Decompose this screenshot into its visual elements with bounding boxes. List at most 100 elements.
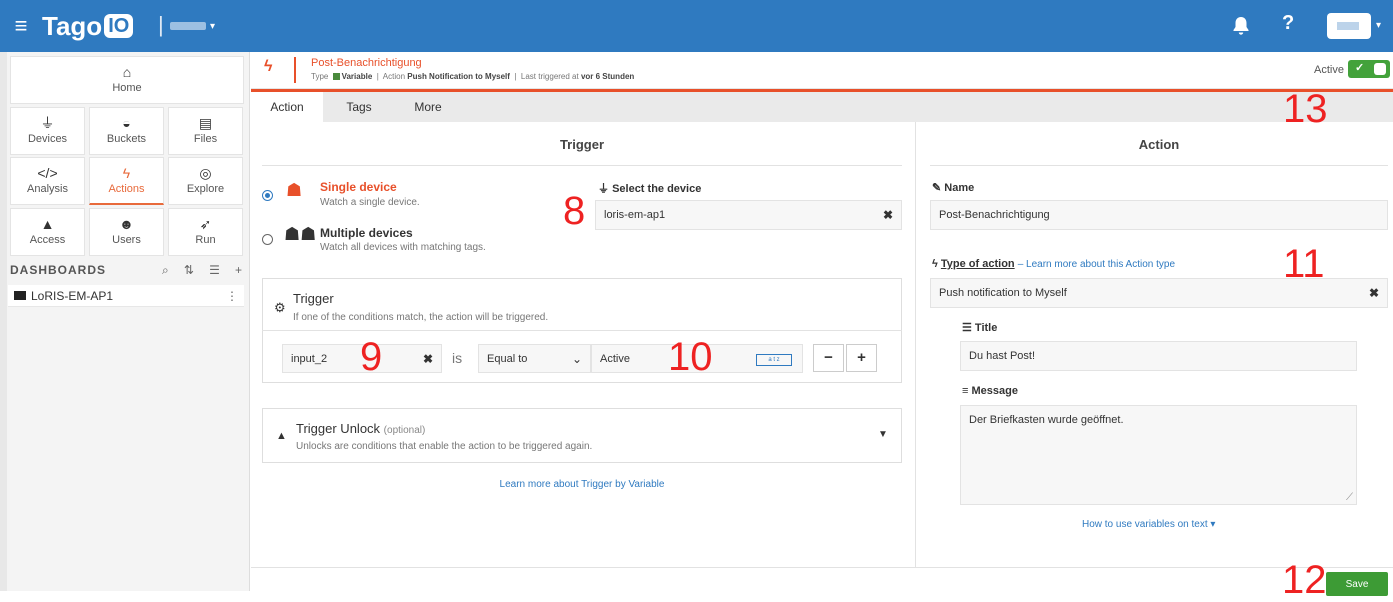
gear-icon: ⚙ xyxy=(274,300,286,315)
sidebar-item-users[interactable]: ☻ Users xyxy=(89,208,164,256)
avatar-blurred xyxy=(1337,22,1359,30)
add-condition-button[interactable]: + xyxy=(846,344,877,372)
column-divider xyxy=(915,122,916,567)
action-title: Post-Benachrichtigung xyxy=(311,57,422,69)
device-select[interactable]: loris-em-ap1 ✖ xyxy=(595,200,902,230)
bolt-icon: ϟ xyxy=(932,258,941,270)
trigger-panel-subtitle: If one of the conditions match, the acti… xyxy=(293,312,549,323)
trigger-panel-title: Trigger xyxy=(293,291,334,306)
database-icon xyxy=(332,73,340,80)
tago-logo[interactable]: Tago IO xyxy=(42,10,134,42)
bell-icon[interactable] xyxy=(1232,16,1250,36)
remove-condition-button[interactable]: − xyxy=(813,344,844,372)
lock-icon: ▲ xyxy=(276,430,287,442)
trigger-unlock-subtitle: Unlocks are conditions that enable the a… xyxy=(296,441,593,452)
tab-bar: Action Tags More xyxy=(251,92,1393,122)
multiple-devices-icon: ☗☗ xyxy=(284,224,317,244)
search-icon[interactable]: ⌕ xyxy=(162,263,169,278)
operator-select[interactable]: Equal to ⌄ xyxy=(478,344,591,373)
sort-icon[interactable]: ⇅ xyxy=(184,263,194,278)
bucket-icon: ◒ xyxy=(122,115,131,131)
lock-icon: ▲ xyxy=(40,216,55,232)
clear-icon[interactable]: ✖ xyxy=(883,208,893,222)
tab-action[interactable]: Action xyxy=(251,92,323,122)
users-icon: ☻ xyxy=(119,216,134,232)
chevron-down-icon[interactable]: ▾ xyxy=(1376,20,1381,31)
sidebar-item-analysis[interactable]: </> Analysis xyxy=(10,157,85,205)
annotation-10: 10 xyxy=(668,335,713,379)
variables-help-link[interactable]: How to use variables on text ▾ xyxy=(1082,519,1215,530)
learn-more-trigger-link[interactable]: Learn more about Trigger by Variable xyxy=(262,479,902,490)
tab-tags[interactable]: Tags xyxy=(323,92,395,122)
files-icon: ▤ xyxy=(198,115,213,131)
action-meta: Type Variable | Action Push Notification… xyxy=(311,72,635,81)
sidebar-edge xyxy=(0,52,7,591)
clear-icon[interactable]: ✖ xyxy=(1369,286,1379,300)
multiple-devices-subtitle: Watch all devices with matching tags. xyxy=(320,242,486,253)
is-label: is xyxy=(452,350,463,366)
help-icon[interactable]: ? xyxy=(1282,12,1294,35)
name-input[interactable]: Post-Benachrichtigung xyxy=(930,200,1388,230)
list-icon[interactable]: ☰ xyxy=(209,263,220,278)
divider xyxy=(262,330,902,331)
caret-down-icon[interactable]: ▼ xyxy=(878,429,888,440)
name-label: ✎ Name xyxy=(932,182,975,194)
action-type-select[interactable]: Push notification to Myself ✖ xyxy=(930,278,1388,308)
device-icon: ⏚ xyxy=(598,183,613,195)
compass-icon: ◎ xyxy=(199,165,212,181)
chevron-down-icon: ▾ xyxy=(210,20,216,32)
trigger-unlock-title: Trigger Unlock (optional) xyxy=(296,421,426,436)
sidebar-item-devices[interactable]: ⏚ Devices xyxy=(10,107,85,155)
value-type-badge[interactable]: a t z xyxy=(756,354,792,366)
title-input[interactable]: Du hast Post! xyxy=(960,341,1357,371)
rocket-icon: ➶ xyxy=(199,216,212,232)
single-device-subtitle: Watch a single device. xyxy=(320,197,420,208)
sidebar-item-files[interactable]: ▤ Files xyxy=(168,107,243,155)
chevron-down-icon: ⌄ xyxy=(571,351,582,366)
active-toggle[interactable]: ✓ xyxy=(1348,60,1390,78)
annotation-8: 8 xyxy=(563,189,586,233)
logo-separator: | xyxy=(158,12,164,37)
sidebar-home[interactable]: ⌂ Home xyxy=(10,56,244,104)
action-header: ϟ Post-Benachrichtigung Type Variable | … xyxy=(251,52,1393,89)
hamburger-menu-icon[interactable]: ≡ xyxy=(10,13,32,39)
account-name-blurred xyxy=(170,22,206,30)
device-icon: ⏚ xyxy=(40,115,55,131)
sidebar-item-run[interactable]: ➶ Run xyxy=(168,208,243,256)
action-column-title: Action xyxy=(1138,137,1180,152)
envelope-icon xyxy=(14,291,26,300)
header-divider xyxy=(294,57,296,83)
dashboard-tools: ⌕ ⇅ ☰ + xyxy=(162,263,242,278)
single-device-radio[interactable] xyxy=(262,190,273,201)
annotation-9: 9 xyxy=(360,335,383,379)
select-device-label: ⏚ Select the device xyxy=(598,183,702,195)
single-device-title[interactable]: Single device xyxy=(320,180,397,194)
divider xyxy=(930,165,1388,166)
code-icon: </> xyxy=(37,165,58,181)
annotation-13: 13 xyxy=(1283,87,1328,131)
clear-icon[interactable]: ✖ xyxy=(423,352,433,366)
dashboard-list-item[interactable]: LoRIS-EM-AP1 ⋮ xyxy=(8,285,244,307)
avatar[interactable] xyxy=(1327,13,1371,39)
sidebar-item-actions[interactable]: ϟ Actions xyxy=(89,157,164,205)
message-textarea[interactable]: Der Briefkasten wurde geöffnet. ⟋ xyxy=(960,405,1357,505)
trigger-column-title: Trigger xyxy=(559,137,605,152)
sidebar-item-access[interactable]: ▲ Access xyxy=(10,208,85,256)
multiple-devices-title[interactable]: Multiple devices xyxy=(320,226,413,240)
divider xyxy=(262,165,902,166)
learn-more-action-type-link[interactable]: – Learn more about this Action type xyxy=(1018,259,1175,270)
multiple-devices-radio[interactable] xyxy=(262,234,273,245)
add-icon[interactable]: + xyxy=(235,263,242,278)
sidebar-item-buckets[interactable]: ◒ Buckets xyxy=(89,107,164,155)
message-label: ≡ Message xyxy=(962,385,1018,397)
heading-icon: ☰ xyxy=(962,322,975,334)
save-button[interactable]: Save xyxy=(1326,572,1388,596)
account-selector[interactable]: ▾ xyxy=(170,20,220,32)
more-options-icon[interactable]: ⋮ xyxy=(226,289,238,303)
sidebar-item-explore[interactable]: ◎ Explore xyxy=(168,157,243,205)
bolt-icon: ϟ xyxy=(122,165,131,181)
tab-more[interactable]: More xyxy=(395,92,461,122)
top-bar: ≡ Tago IO | ▾ ? ▾ xyxy=(0,0,1393,52)
toggle-knob xyxy=(1374,63,1386,75)
resize-handle-icon[interactable]: ⟋ xyxy=(1346,492,1353,503)
